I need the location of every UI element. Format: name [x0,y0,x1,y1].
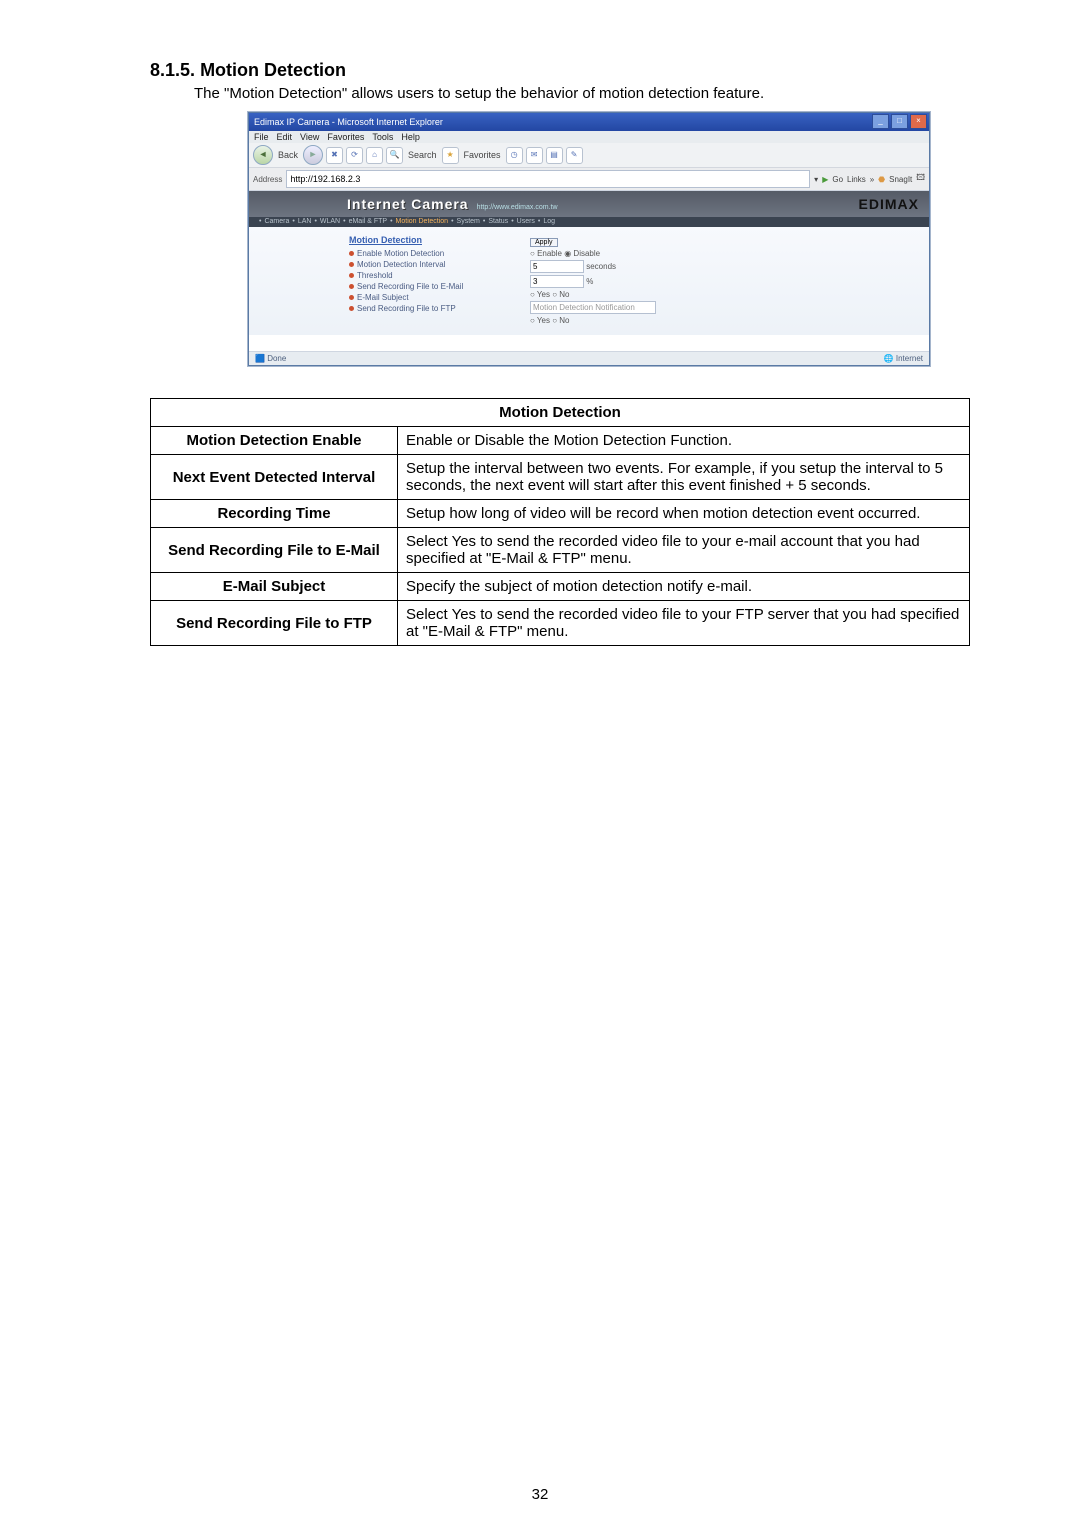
send-ftp-no[interactable]: ○ No [552,316,569,325]
links-label: Links [847,175,866,184]
interval-input[interactable] [530,260,584,273]
close-button[interactable]: × [910,114,927,129]
threshold-input[interactable] [530,275,584,288]
window-title: Edimax IP Camera - Microsoft Internet Ex… [254,117,443,127]
menu-help[interactable]: Help [401,132,420,142]
apply-button[interactable]: Apply [530,238,558,247]
tab-status[interactable]: Status [488,218,508,225]
back-label: Back [278,150,298,160]
settings-section-title: Motion Detection [349,235,514,245]
tab-wlan[interactable]: WLAN [320,218,340,225]
table-header: Motion Detection [151,399,970,427]
row-label: Next Event Detected Interval [151,455,398,500]
menu-view[interactable]: View [300,132,319,142]
address-input[interactable] [286,170,810,188]
print-icon[interactable]: ▤ [546,147,563,164]
row-label: Send Recording File to E-Mail [151,528,398,573]
menu-edit[interactable]: Edit [277,132,293,142]
row-send-email-label: Send Recording File to E-Mail [357,282,463,291]
stop-icon[interactable]: ✖ [326,147,343,164]
send-email-yes[interactable]: ○ Yes [530,290,550,299]
table-row: Recording Time Setup how long of video w… [151,500,970,528]
refresh-icon[interactable]: ⟳ [346,147,363,164]
row-label: Motion Detection Enable [151,427,398,455]
search-label: Search [408,150,437,160]
hero-title: Internet Camera [347,196,469,212]
minimize-button[interactable]: _ [872,114,889,129]
tab-system[interactable]: System [457,218,480,225]
hero-sub: http://www.edimax.com.tw [477,204,558,211]
tab-users[interactable]: Users [517,218,535,225]
disable-radio[interactable]: ◉ Disable [564,249,600,258]
table-row: E-Mail Subject Specify the subject of mo… [151,573,970,601]
home-icon[interactable]: ⌂ [366,147,383,164]
row-subject-label: E-Mail Subject [357,293,409,302]
address-label: Address [253,175,282,184]
row-threshold-label: Threshold [357,271,393,280]
section-number: 8.1.5. [150,60,195,80]
edit-icon[interactable]: ✎ [566,147,583,164]
tab-lan[interactable]: LAN [298,218,312,225]
table-row: Motion Detection Enable Enable or Disabl… [151,427,970,455]
search-icon[interactable]: 🔍 [386,147,403,164]
favorites-icon[interactable]: ★ [442,147,459,164]
table-row: Next Event Detected Interval Setup the i… [151,455,970,500]
row-desc: Select Yes to send the recorded video fi… [398,601,970,646]
tab-camera[interactable]: Camera [264,218,289,225]
subject-input[interactable] [530,301,656,314]
row-label: E-Mail Subject [151,573,398,601]
row-interval-label: Motion Detection Interval [357,260,446,269]
go-label[interactable]: Go [832,175,843,184]
row-label: Send Recording File to FTP [151,601,398,646]
menu-tools[interactable]: Tools [372,132,393,142]
menu-favorites[interactable]: Favorites [327,132,364,142]
mail-icon[interactable]: ✉ [526,147,543,164]
row-label: Recording Time [151,500,398,528]
row-desc: Specify the subject of motion detection … [398,573,970,601]
history-icon[interactable]: ◷ [506,147,523,164]
status-right: Internet [896,354,923,363]
row-enable-label: Enable Motion Detection [357,249,444,258]
snagit-label[interactable]: SnagIt [889,175,912,184]
intro-text: The "Motion Detection" allows users to s… [194,85,970,102]
menu-file[interactable]: File [254,132,269,142]
favorites-label: Favorites [464,150,501,160]
table-row: Send Recording File to E-Mail Select Yes… [151,528,970,573]
description-table: Motion Detection Motion Detection Enable… [150,398,970,646]
tab-email-ftp[interactable]: eMail & FTP [349,218,388,225]
send-email-no[interactable]: ○ No [552,290,569,299]
tab-motion-detection[interactable]: Motion Detection [396,218,449,225]
table-row: Send Recording File to FTP Select Yes to… [151,601,970,646]
enable-radio[interactable]: ○ Enable [530,249,562,258]
screenshot-window: Edimax IP Camera - Microsoft Internet Ex… [248,112,930,366]
row-desc: Enable or Disable the Motion Detection F… [398,427,970,455]
tabbar: •Camera •LAN •WLAN •eMail & FTP •Motion … [249,217,929,227]
page-number: 32 [0,1486,1080,1503]
row-desc: Setup how long of video will be record w… [398,500,970,528]
toolbar: ◄ Back ► ✖ ⟳ ⌂ 🔍 Search ★ Favorites ◷ ✉ … [249,143,929,167]
status-left: Done [267,354,286,363]
interval-unit: seconds [586,262,616,271]
row-send-ftp-label: Send Recording File to FTP [357,304,456,313]
send-ftp-yes[interactable]: ○ Yes [530,316,550,325]
row-desc: Select Yes to send the recorded video fi… [398,528,970,573]
menubar: File Edit View Favorites Tools Help [249,131,929,143]
tab-log[interactable]: Log [543,218,555,225]
section-title: Motion Detection [200,60,346,80]
brand-logo: EDIMAX [859,196,919,212]
row-desc: Setup the interval between two events. F… [398,455,970,500]
maximize-button[interactable]: □ [891,114,908,129]
forward-button[interactable]: ► [303,145,323,165]
back-button[interactable]: ◄ [253,145,273,165]
